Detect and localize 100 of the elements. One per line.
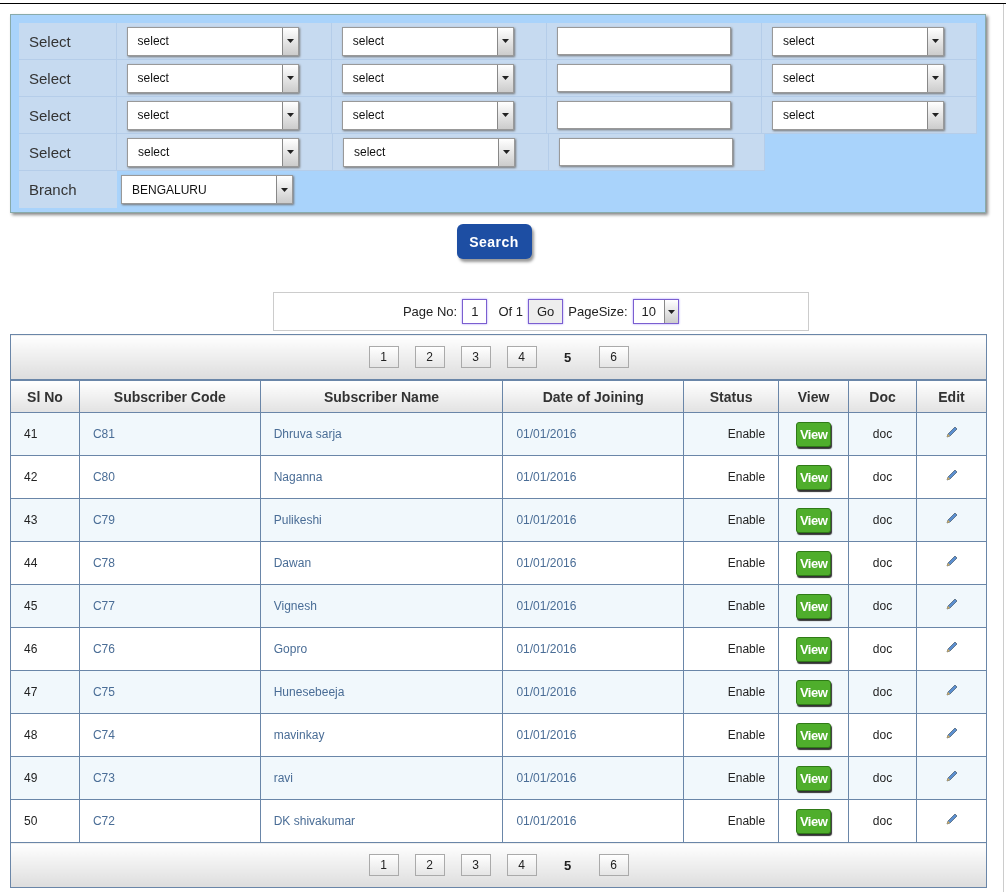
table-cell: C79 — [79, 498, 261, 542]
column-header: Status — [683, 380, 779, 413]
page-size-label: PageSize: — [568, 304, 628, 319]
column-header: Doc — [848, 380, 917, 413]
table-cell: doc — [848, 756, 917, 800]
page-button[interactable]: 4 — [506, 854, 537, 876]
pencil-icon[interactable] — [945, 512, 958, 525]
select-dropdown[interactable]: select — [126, 26, 299, 56]
field-label: Select — [19, 60, 117, 97]
table-cell: Enable — [683, 498, 779, 542]
pencil-icon[interactable] — [945, 813, 958, 826]
table-cell: doc — [848, 541, 917, 585]
table-cell: 01/01/2016 — [502, 627, 684, 671]
branch-dropdown[interactable]: BENGALURU — [121, 175, 293, 204]
table-cell: 01/01/2016 — [502, 670, 684, 714]
table-cell: doc — [848, 455, 917, 499]
input-field[interactable] — [556, 27, 731, 55]
table-cell: Gopro — [260, 627, 503, 671]
table-cell: Dawan — [260, 541, 503, 585]
page-button[interactable]: 5 — [552, 854, 583, 876]
field-label: Select — [19, 97, 117, 134]
column-header: View — [778, 380, 849, 413]
table-cell: 01/01/2016 — [502, 713, 684, 757]
table-cell: Enable — [683, 670, 779, 714]
pencil-icon[interactable] — [945, 469, 958, 482]
pencil-icon[interactable] — [945, 641, 958, 654]
table-cell: Vignesh — [260, 584, 503, 628]
input-field[interactable] — [556, 64, 731, 92]
page-button[interactable]: 6 — [598, 346, 629, 368]
select-dropdown[interactable]: select — [127, 137, 299, 167]
table-cell: Naganna — [260, 455, 503, 499]
pencil-icon[interactable] — [945, 598, 958, 611]
table-cell: 01/01/2016 — [502, 799, 684, 843]
table-cell: 01/01/2016 — [502, 756, 684, 800]
select-dropdown[interactable]: select — [126, 63, 299, 93]
table-cell: C73 — [79, 756, 261, 800]
table-cell: Dhruva sarja — [260, 412, 503, 456]
page-button[interactable]: 3 — [460, 346, 491, 368]
page-button[interactable]: 1 — [368, 346, 399, 368]
select-dropdown[interactable]: select — [341, 26, 514, 56]
select-dropdown[interactable]: select — [771, 26, 944, 56]
table-cell: C77 — [79, 584, 261, 628]
field-label: Branch — [19, 171, 117, 208]
page-button[interactable]: 4 — [506, 346, 537, 368]
page-count: Of 1 — [498, 304, 523, 319]
select-dropdown[interactable]: select — [771, 100, 944, 130]
input-field[interactable] — [556, 101, 731, 129]
select-dropdown[interactable]: select — [771, 63, 944, 93]
select-dropdown[interactable]: select — [126, 100, 299, 130]
table-cell: doc — [848, 498, 917, 542]
table-cell: C72 — [79, 799, 261, 843]
page-button[interactable]: 5 — [552, 346, 583, 368]
table-cell: C74 — [79, 713, 261, 757]
search-button[interactable]: Search — [456, 224, 532, 259]
pencil-icon[interactable] — [945, 684, 958, 697]
table-cell: Enable — [683, 627, 779, 671]
page-button[interactable]: 2 — [414, 346, 445, 368]
pencil-icon[interactable] — [945, 426, 958, 439]
table-cell: C81 — [79, 412, 261, 456]
page-button[interactable]: 6 — [598, 854, 629, 876]
table-cell: 41 — [10, 412, 80, 456]
select-dropdown[interactable]: select — [341, 100, 514, 130]
select-dropdown[interactable]: select — [341, 63, 514, 93]
table-cell: Enable — [683, 713, 779, 757]
table-cell: 48 — [10, 713, 80, 757]
table-cell: C78 — [79, 541, 261, 585]
page-button[interactable]: 1 — [368, 854, 399, 876]
page-input[interactable]: 1 — [462, 299, 488, 324]
table-cell: doc — [848, 713, 917, 757]
table-cell: Pulikeshi — [260, 498, 503, 542]
page-size-dropdown[interactable]: 10 — [632, 299, 680, 324]
select-dropdown[interactable]: select — [343, 137, 515, 167]
table-cell: C80 — [79, 455, 261, 499]
table-cell: Enable — [683, 541, 779, 585]
go-button[interactable]: Go — [527, 299, 564, 324]
table-cell: 46 — [10, 627, 80, 671]
table-cell: 01/01/2016 — [502, 498, 684, 542]
input-field[interactable] — [559, 138, 733, 166]
table-cell: ravi — [260, 756, 503, 800]
pencil-icon[interactable] — [945, 555, 958, 568]
table-cell: doc — [848, 627, 917, 671]
page-button[interactable]: 3 — [460, 854, 491, 876]
table-cell: doc — [848, 670, 917, 714]
field-label: Select — [19, 134, 117, 171]
page-label: Page No: — [402, 304, 458, 319]
table-cell: 43 — [10, 498, 80, 542]
table-cell: 01/01/2016 — [502, 412, 684, 456]
column-header: Subscriber Name — [260, 380, 503, 413]
table-cell: 01/01/2016 — [502, 584, 684, 628]
table-cell: doc — [848, 584, 917, 628]
table-cell: 44 — [10, 541, 80, 585]
table-cell: mavinkay — [260, 713, 503, 757]
page-button[interactable]: 2 — [414, 854, 445, 876]
table-cell: Enable — [683, 455, 779, 499]
table-cell: 45 — [10, 584, 80, 628]
table-cell: 01/01/2016 — [502, 541, 684, 585]
pencil-icon[interactable] — [945, 727, 958, 740]
table-cell: Enable — [683, 756, 779, 800]
table-cell: Enable — [683, 584, 779, 628]
pencil-icon[interactable] — [945, 770, 958, 783]
